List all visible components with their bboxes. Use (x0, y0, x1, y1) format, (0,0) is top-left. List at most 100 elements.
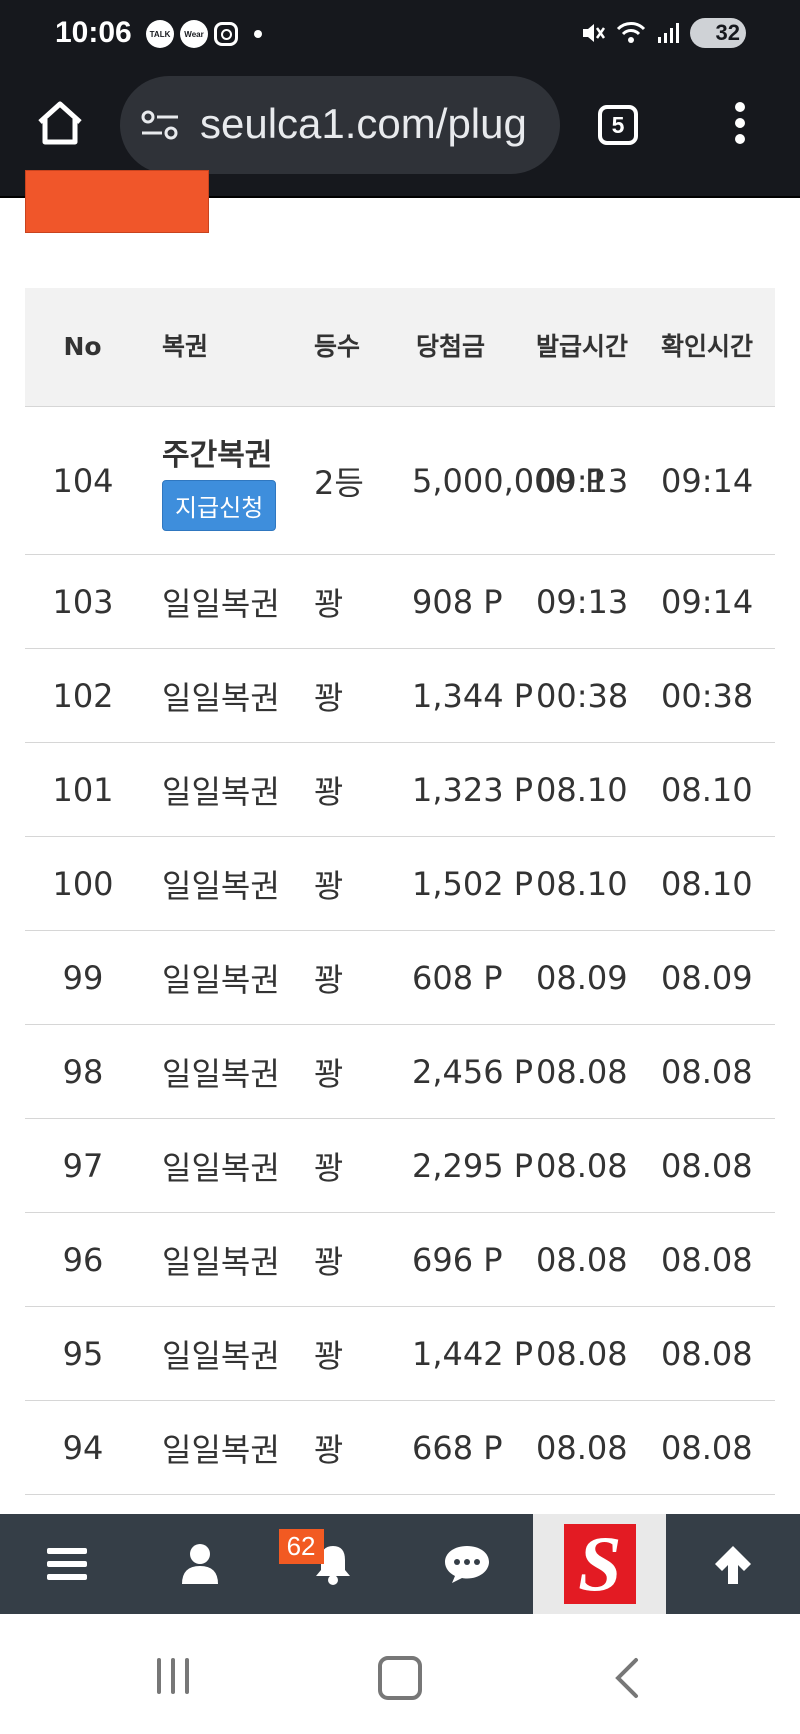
battery-indicator: 32 (690, 18, 746, 48)
cell-prize: 696 P (412, 1212, 536, 1307)
wear-icon: Wear (180, 20, 208, 48)
cell-prize: 668 P (412, 1400, 536, 1495)
cell-issue-time: 09:13 (536, 554, 661, 649)
table-row: 96 일일복권 꽝 696 P 08.08 08.08 (25, 1212, 775, 1307)
cell-rank: 꽝 (302, 1400, 412, 1495)
table-row: 101 일일복권 꽝 1,323 P 08.10 08.10 (25, 742, 775, 837)
cell-prize: 1,344 P (412, 648, 536, 743)
table-row: 100 일일복권 꽝 1,502 P 08.10 08.10 (25, 836, 775, 931)
profile-button[interactable] (133, 1514, 266, 1614)
recents-icon[interactable] (157, 1658, 189, 1694)
wifi-icon (616, 22, 646, 43)
cell-rank: 꽝 (302, 1024, 412, 1119)
site-logo-button[interactable]: S (533, 1514, 667, 1614)
url-bar[interactable]: seulca1.com/plug (120, 76, 560, 174)
site-logo: S (563, 1520, 636, 1607)
cell-rank: 꽝 (302, 648, 412, 743)
cell-check-time: 00:38 (661, 648, 775, 743)
cell-no: 103 (25, 554, 150, 649)
notification-icons: TALK Wear (146, 20, 262, 48)
header-issue-time: 발급시간 (536, 288, 661, 407)
chat-button[interactable] (400, 1514, 533, 1614)
kakaotalk-icon: TALK (146, 20, 174, 48)
cell-rank: 꽝 (302, 1306, 412, 1401)
menu-icon (46, 1548, 87, 1580)
cell-issue-time: 08.10 (536, 742, 661, 837)
cell-check-time: 08.08 (661, 1118, 775, 1213)
table-row: 95 일일복권 꽝 1,442 P 08.08 08.08 (25, 1306, 775, 1401)
cell-issue-time: 08.10 (536, 836, 661, 931)
scroll-top-button[interactable] (666, 1514, 799, 1614)
cell-prize: 1,442 P (412, 1306, 536, 1401)
table-row: 94 일일복권 꽝 668 P 08.08 08.08 (25, 1400, 775, 1495)
cell-lottery: 일일복권 (150, 1306, 302, 1401)
cell-check-time: 09:14 (661, 554, 775, 649)
cell-prize: 1,502 P (412, 836, 536, 931)
signal-icon (658, 23, 679, 43)
cell-check-time: 08.10 (661, 836, 775, 931)
cell-lottery: 주간복권 지급신청 (150, 406, 302, 555)
system-icons: 32 (580, 18, 746, 48)
table-row: 102 일일복권 꽝 1,344 P 00:38 00:38 (25, 648, 775, 743)
cell-lottery: 일일복권 (150, 1118, 302, 1213)
cell-check-time: 09:14 (661, 406, 775, 555)
cell-prize: 2,456 P (412, 1024, 536, 1119)
header-no: No (25, 288, 150, 407)
cell-no: 97 (25, 1118, 150, 1213)
site-settings-icon[interactable] (140, 109, 180, 141)
cell-no: 99 (25, 930, 150, 1025)
cell-no: 96 (25, 1212, 150, 1307)
cell-no: 94 (25, 1400, 150, 1495)
cell-prize: 1,323 P (412, 742, 536, 837)
table-row: 99 일일복권 꽝 608 P 08.09 08.09 (25, 930, 775, 1025)
orange-action-button[interactable] (25, 170, 209, 233)
url-text[interactable]: seulca1.com/plug (200, 100, 545, 148)
notifications-button[interactable]: 62 (267, 1514, 400, 1614)
cell-issue-time: 08.08 (536, 1024, 661, 1119)
table-header-row: No 복권 등수 당첨금 발급시간 확인시간 (25, 288, 775, 407)
back-icon[interactable] (606, 1656, 650, 1700)
cell-rank: 꽝 (302, 1212, 412, 1307)
cell-issue-time: 08.08 (536, 1400, 661, 1495)
cell-no: 95 (25, 1306, 150, 1401)
cell-issue-time: 08.08 (536, 1118, 661, 1213)
status-bar: 10:06 TALK Wear 32 (0, 0, 800, 70)
cell-rank: 꽝 (302, 554, 412, 649)
home-icon[interactable] (36, 100, 84, 146)
table-row: 97 일일복권 꽝 2,295 P 08.08 08.08 (25, 1118, 775, 1213)
instagram-icon (214, 22, 238, 46)
cell-prize: 608 P (412, 930, 536, 1025)
cell-prize: 908 P (412, 554, 536, 649)
status-time: 10:06 (55, 16, 132, 49)
cell-no: 100 (25, 836, 150, 931)
cell-rank: 꽝 (302, 930, 412, 1025)
cell-lottery: 일일복권 (150, 1212, 302, 1307)
table-row: 103 일일복권 꽝 908 P 09:13 09:14 (25, 554, 775, 649)
android-navigation-bar (0, 1614, 800, 1734)
chat-icon (444, 1546, 489, 1583)
cell-check-time: 08.09 (661, 930, 775, 1025)
cell-no: 104 (25, 406, 150, 555)
cell-check-time: 08.10 (661, 742, 775, 837)
cell-prize: 2,295 P (412, 1118, 536, 1213)
cell-check-time: 08.08 (661, 1024, 775, 1119)
header-lottery: 복권 (150, 288, 302, 407)
cell-lottery: 일일복권 (150, 1024, 302, 1119)
cell-lottery: 일일복권 (150, 742, 302, 837)
android-home-icon[interactable] (378, 1656, 422, 1700)
user-icon (181, 1544, 218, 1584)
cell-check-time: 08.08 (661, 1400, 775, 1495)
table-row: 98 일일복권 꽝 2,456 P 08.08 08.08 (25, 1024, 775, 1119)
cell-issue-time: 08.08 (536, 1306, 661, 1401)
lottery-results-table: No 복권 등수 당첨금 발급시간 확인시간 104 주간복권 지급신청 2등 … (25, 288, 775, 1495)
claim-payment-button[interactable]: 지급신청 (162, 480, 277, 531)
tab-switcher-button[interactable]: 5 (598, 105, 638, 145)
header-check-time: 확인시간 (661, 288, 775, 407)
overflow-menu-icon[interactable] (730, 102, 750, 148)
cell-lottery: 일일복권 (150, 648, 302, 743)
table-row: 104 주간복권 지급신청 2등 5,000,000 P 09:13 09:14 (25, 406, 775, 555)
notification-count-badge: 62 (278, 1529, 324, 1564)
menu-button[interactable] (0, 1514, 133, 1614)
cell-rank: 꽝 (302, 742, 412, 837)
cell-lottery: 일일복권 (150, 930, 302, 1025)
